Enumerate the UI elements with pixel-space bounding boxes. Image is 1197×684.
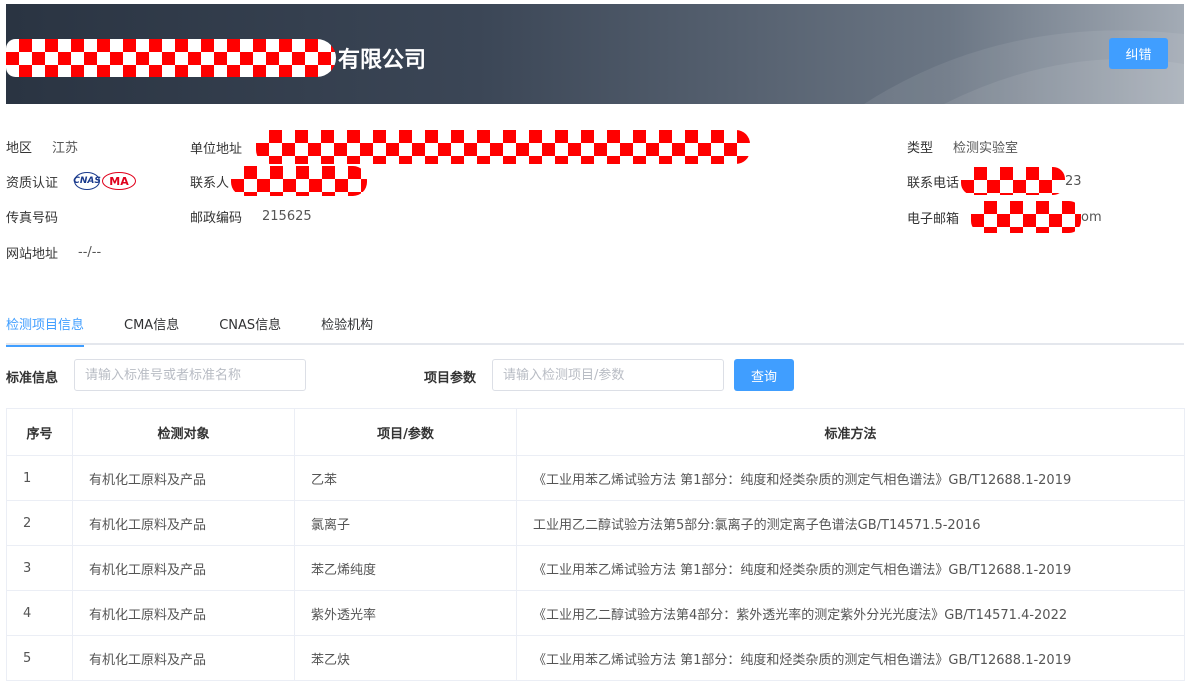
cnas-logo-icon: CNAS	[73, 172, 101, 190]
cell-object: 有机化工原料及产品	[72, 455, 295, 501]
info-qualification: 资质认证 CNAS MA	[6, 169, 137, 193]
info-phone: 联系电话 23	[907, 167, 1082, 195]
website-value: --/--	[78, 244, 102, 260]
cell-index: 2	[6, 500, 73, 546]
info-postcode: 邮政编码 215625	[190, 204, 312, 228]
cell-object: 有机化工原料及产品	[72, 545, 295, 591]
info-region: 地区 江苏	[6, 134, 78, 158]
tab-bar: 检测项目信息 CMA信息 CNAS信息 检验机构	[6, 312, 1184, 347]
fax-label: 传真号码	[6, 210, 59, 226]
cell-parameter: 氯离子	[294, 500, 517, 546]
cell-standard: 《工业用苯乙烯试验方法 第1部分：纯度和烃类杂质的测定气相色谱法》GB/T126…	[516, 545, 1185, 591]
redacted-address	[256, 130, 751, 164]
info-address: 单位地址	[190, 130, 751, 164]
param-label: 项目参数	[424, 371, 477, 386]
standard-label: 标准信息	[6, 371, 59, 386]
cell-index: 4	[6, 590, 73, 636]
table-header-row: 序号 检测对象 项目/参数 标准方法	[6, 408, 1185, 456]
address-label: 单位地址	[190, 141, 243, 157]
table-row: 3 有机化工原料及产品 苯乙烯纯度 《工业用苯乙烯试验方法 第1部分：纯度和烃类…	[6, 545, 1185, 591]
cert-logos: CNAS MA	[73, 172, 137, 190]
cell-standard: 《工业用苯乙烯试验方法 第1部分：纯度和烃类杂质的测定气相色谱法》GB/T126…	[516, 635, 1185, 681]
info-contact: 联系人	[190, 166, 368, 196]
standard-search-input[interactable]	[74, 359, 306, 391]
email-label: 电子邮箱	[907, 211, 960, 227]
test-items-table: 序号 检测对象 项目/参数 标准方法 1 有机化工原料及产品 乙苯 《工业用苯乙…	[6, 408, 1185, 681]
cell-object: 有机化工原料及产品	[72, 500, 295, 546]
table-row: 2 有机化工原料及产品 氯离子 工业用乙二醇试验方法第5部分:氯离子的测定离子色…	[6, 500, 1185, 546]
qualification-label: 资质认证	[6, 175, 59, 191]
correct-error-button[interactable]: 纠错	[1109, 38, 1168, 69]
cell-object: 有机化工原料及产品	[72, 590, 295, 636]
company-name-suffix: 有限公司	[338, 48, 427, 73]
tab-test-items[interactable]: 检测项目信息	[6, 312, 85, 347]
cell-index: 5	[6, 635, 73, 681]
header-banner: 有限公司 纠错	[6, 4, 1184, 104]
cell-index: 3	[6, 545, 73, 591]
redacted-phone	[961, 167, 1066, 195]
phone-tail: 23	[1065, 173, 1082, 189]
redacted-contact	[231, 166, 368, 196]
header-object: 检测对象	[72, 408, 295, 456]
cell-parameter: 紫外透光率	[294, 590, 517, 636]
redacted-email	[971, 201, 1082, 233]
info-type: 类型 检测实验室	[907, 134, 1018, 158]
cell-parameter: 乙苯	[294, 455, 517, 501]
cell-parameter: 苯乙烯纯度	[294, 545, 517, 591]
cell-standard: 《工业用乙二醇试验方法第4部分：紫外透光率的测定紫外分光光度法》GB/T1457…	[516, 590, 1185, 636]
header-parameter: 项目/参数	[294, 408, 517, 456]
phone-label: 联系电话	[907, 175, 960, 191]
type-value: 检测实验室	[953, 140, 1019, 156]
contact-label: 联系人	[190, 175, 230, 191]
tab-inspection-agency[interactable]: 检验机构	[321, 312, 373, 345]
type-label: 类型	[907, 140, 934, 156]
region-label: 地区	[6, 140, 33, 156]
info-fax: 传真号码	[6, 204, 58, 228]
cell-standard: 《工业用苯乙烯试验方法 第1部分：纯度和烃类杂质的测定气相色谱法》GB/T126…	[516, 455, 1185, 501]
table-row: 4 有机化工原料及产品 紫外透光率 《工业用乙二醇试验方法第4部分：紫外透光率的…	[6, 590, 1185, 636]
cma-logo-icon: MA	[102, 172, 137, 190]
info-email: 电子邮箱 om	[907, 201, 1102, 233]
info-website: 网站地址 --/--	[6, 240, 101, 264]
tab-cnas[interactable]: CNAS信息	[219, 312, 281, 345]
query-button[interactable]: 查询	[734, 359, 794, 391]
email-tail: om	[1081, 209, 1102, 225]
table-row: 1 有机化工原料及产品 乙苯 《工业用苯乙烯试验方法 第1部分：纯度和烃类杂质的…	[6, 455, 1185, 501]
header-index: 序号	[6, 408, 73, 456]
cell-index: 1	[6, 455, 73, 501]
region-value: 江苏	[52, 140, 79, 156]
postcode-value: 215625	[262, 208, 312, 224]
redacted-company-name	[6, 39, 336, 77]
table-row: 5 有机化工原料及产品 苯乙炔 《工业用苯乙烯试验方法 第1部分：纯度和烃类杂质…	[6, 635, 1185, 681]
website-label: 网站地址	[6, 246, 59, 262]
param-search-input[interactable]	[492, 359, 724, 391]
cell-parameter: 苯乙炔	[294, 635, 517, 681]
company-title: 有限公司	[6, 38, 426, 78]
tab-cma[interactable]: CMA信息	[124, 312, 179, 345]
postcode-label: 邮政编码	[190, 210, 243, 226]
header-standard: 标准方法	[516, 408, 1185, 456]
cell-object: 有机化工原料及产品	[72, 635, 295, 681]
cell-standard: 工业用乙二醇试验方法第5部分:氯离子的测定离子色谱法GB/T14571.5-20…	[516, 500, 1185, 546]
